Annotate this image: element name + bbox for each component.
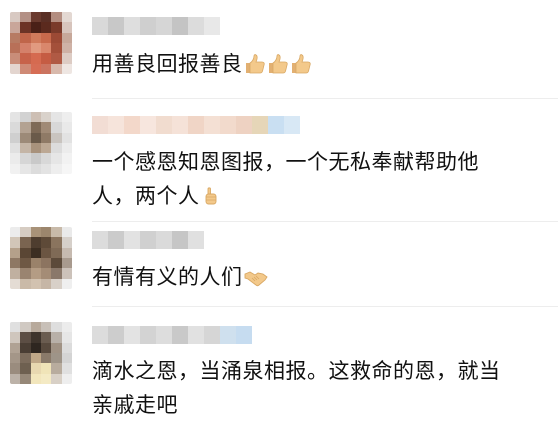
thumbs-up-icon xyxy=(267,50,289,84)
avatar[interactable] xyxy=(10,12,72,74)
username-blurred[interactable] xyxy=(92,116,300,134)
username-blurred[interactable] xyxy=(92,17,220,35)
thumbs-up-icon xyxy=(244,50,266,84)
username-blurred[interactable] xyxy=(92,231,204,249)
thumbs-up-icon xyxy=(201,182,221,216)
comment-text: 用善良回报善良 xyxy=(92,47,312,84)
comment-text: 一个感恩知恩图报，一个无私奉献帮助他 人，两个人 xyxy=(92,145,479,216)
divider xyxy=(92,221,558,222)
thumbs-up-icon xyxy=(290,50,312,84)
avatar[interactable] xyxy=(10,112,72,174)
comment-body: 有情有义的人们 xyxy=(92,265,243,289)
avatar[interactable] xyxy=(10,322,72,384)
divider xyxy=(92,306,558,307)
comment-line-2: 亲戚走吧 xyxy=(92,393,178,417)
username-blurred[interactable] xyxy=(92,326,252,344)
handshake-icon xyxy=(244,263,268,297)
comment-line-2: 人，两个人 xyxy=(92,184,200,208)
comment-body: 用善良回报善良 xyxy=(92,52,243,76)
comment-text: 滴水之恩，当涌泉相报。这救命的恩，就当 亲戚走吧 xyxy=(92,354,501,422)
divider xyxy=(92,98,558,99)
comment-line-1: 滴水之恩，当涌泉相报。这救命的恩，就当 xyxy=(92,359,501,383)
avatar[interactable] xyxy=(10,227,72,289)
comment-line-1: 一个感恩知恩图报，一个无私奉献帮助他 xyxy=(92,150,479,174)
comment-text: 有情有义的人们 xyxy=(92,260,268,297)
